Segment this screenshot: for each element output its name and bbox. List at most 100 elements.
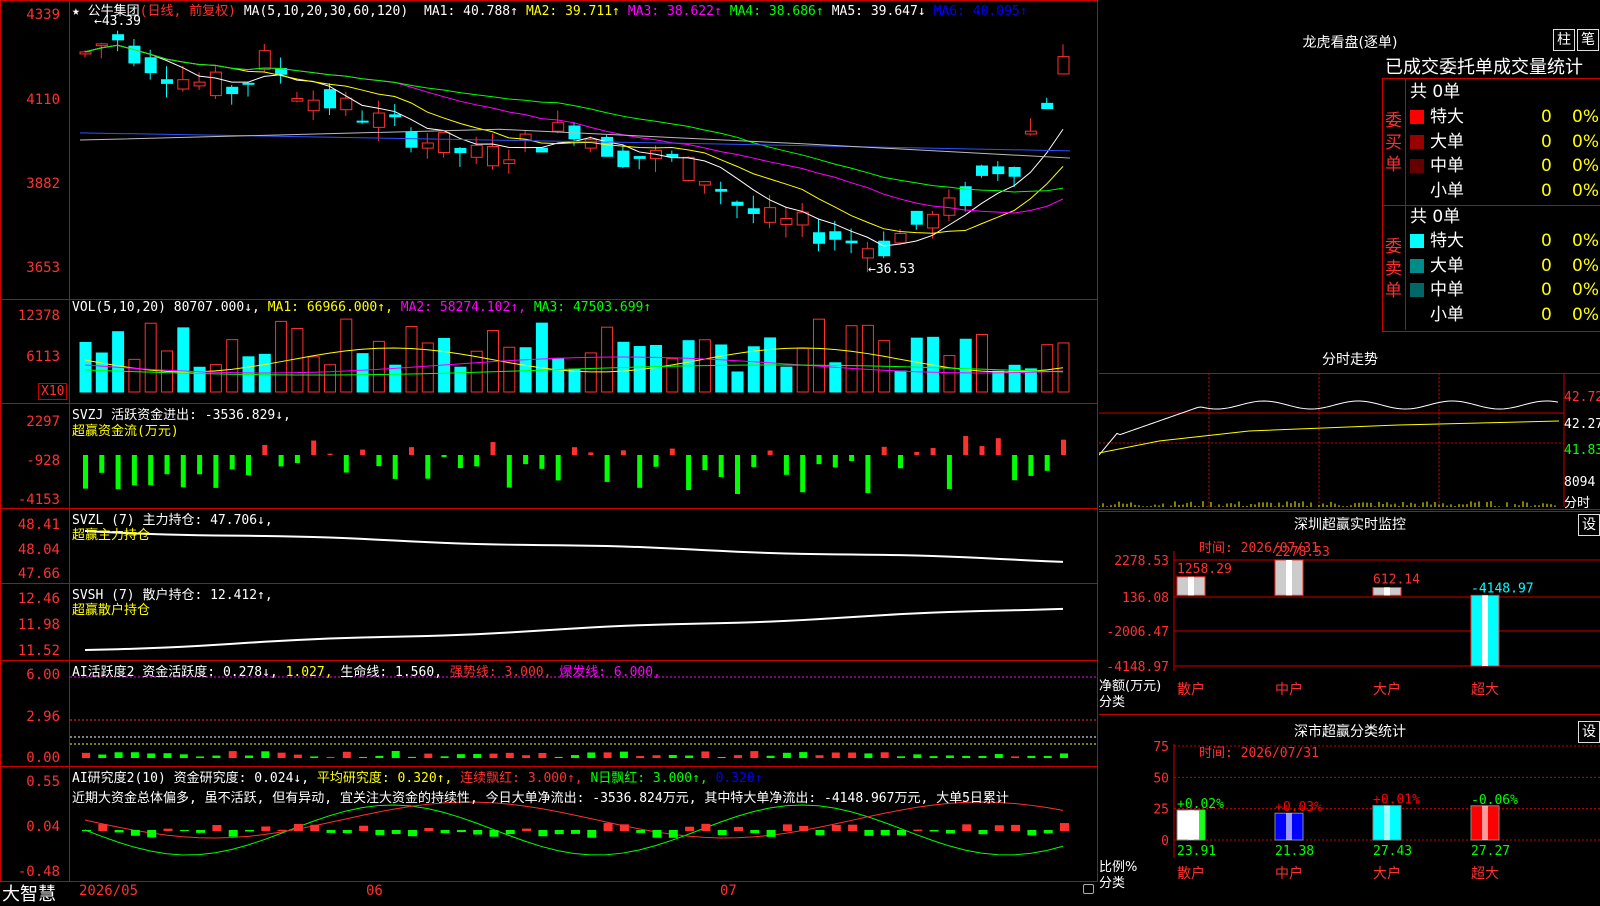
monitor-category-label: 超大 <box>1471 682 1499 698</box>
flow-bar <box>213 455 219 488</box>
candle-body <box>209 71 222 97</box>
class-bar-edge <box>1297 813 1303 840</box>
price-axis-label: 3653 <box>26 260 60 276</box>
volume-bar <box>128 358 141 393</box>
flow-bar <box>979 446 985 455</box>
active-bar <box>261 751 270 758</box>
x-axis-label: 2026/05 <box>79 883 139 899</box>
active-bar <box>408 756 416 758</box>
volume-bar <box>95 352 108 393</box>
research-bar <box>701 823 711 831</box>
x-axis-label: 06 <box>366 883 383 899</box>
volume-bar <box>209 364 222 393</box>
flow-bar <box>572 447 577 455</box>
flow-bar <box>490 442 496 455</box>
active-bar <box>1060 753 1068 758</box>
candle-body <box>1024 130 1037 135</box>
class-value-label: 21.38 <box>1275 844 1314 859</box>
active-bar <box>359 756 368 758</box>
tick-mode-button[interactable]: 笔 <box>1577 29 1599 51</box>
monitor-axis-label: 2278.53 <box>1114 554 1169 569</box>
research-bar <box>1043 830 1053 834</box>
research-bar <box>734 826 743 831</box>
candle-body <box>764 207 777 223</box>
active-bar <box>473 754 482 758</box>
svzl-sub: 超赢主力持仓 <box>72 528 151 543</box>
volume-bar <box>454 366 467 393</box>
class-category-label: 中户 <box>1275 865 1303 882</box>
class-axis-label: 75 <box>1153 740 1169 755</box>
ai-research-axis-label: 0.55 <box>26 774 60 790</box>
ma-legend-item: MA3: 38.622↑ <box>627 4 722 19</box>
active-bar <box>701 751 710 758</box>
brand-logo: 大智慧 <box>2 884 56 905</box>
research-bar <box>98 824 108 831</box>
volume-bar <box>112 331 125 393</box>
buy-order-color-swatch <box>1410 183 1424 198</box>
flow-bar <box>767 450 773 455</box>
flow-bar <box>474 455 480 467</box>
intraday-axis-label: 42.72 <box>1564 390 1600 405</box>
candle-body <box>193 81 206 87</box>
svzj-axis-label: 2297 <box>26 414 60 430</box>
research-bar <box>163 828 173 831</box>
monitor-bar-label: -4148.97 <box>1471 581 1534 596</box>
buy-orders-label: 委买单 <box>1385 111 1402 175</box>
bar-mode-button[interactable]: 柱 <box>1553 29 1575 51</box>
class-value-label: 27.43 <box>1373 844 1412 859</box>
research-bar <box>978 830 988 835</box>
candle-body <box>829 231 842 240</box>
sell-order-color-swatch <box>1410 234 1424 248</box>
monitor-bar <box>1274 559 1304 596</box>
class-change-label: +0.03% <box>1275 800 1322 815</box>
class-change-label: -0.06% <box>1471 793 1518 808</box>
active-bar <box>424 753 433 758</box>
active-bar <box>994 754 1003 758</box>
research-bar <box>505 830 515 835</box>
intraday-panel[interactable]: 分时走势 42.72 42.27 41.83 8094 分时 <box>1099 345 1600 511</box>
kline-chart-area[interactable]: ★ 公牛集团(日线, 前复权) MA(5,10,20,30,60,120) MA… <box>0 0 1098 905</box>
sz-class-panel[interactable]: 深市超赢分类统计 设 时间: 2026/07/31 75 50 25 0 +0.02% 2… <box>1099 718 1600 900</box>
ai-strong-line: 强势线: 3.000, <box>449 665 552 680</box>
active-bar <box>505 752 514 758</box>
sz-monitor-x-caption: 分类 <box>1099 695 1126 710</box>
buy-order-pct: 0% <box>1572 131 1599 152</box>
class-category-label: 散户 <box>1177 865 1205 882</box>
sz-class-svg: 75 50 25 0 +0.02% 23.91 散户 +0.03% 21.38 中户 +0.01% 2… <box>1153 740 1600 882</box>
research-bar <box>114 830 124 833</box>
sell-order-pct: 0% <box>1572 255 1599 276</box>
intraday-axis-label: 42.27 <box>1564 417 1600 432</box>
vol-spec: VOL(5,10,20) <box>72 300 166 315</box>
buy-order-pct: 0% <box>1572 180 1599 201</box>
active-bar <box>1043 756 1052 758</box>
ai-research-avg: 平均研究度: 0.320↑, <box>316 771 453 786</box>
candle-body <box>112 34 125 41</box>
candle-body <box>731 201 744 206</box>
active-bar <box>538 753 547 758</box>
research-bar <box>685 826 695 831</box>
flow-bar <box>278 455 284 467</box>
period-label[interactable]: (日线, 前复权) <box>140 4 236 19</box>
monitor-bar-highlight <box>1188 576 1194 596</box>
price-axis-label: 4110 <box>26 92 60 108</box>
sz-monitor-panel[interactable]: 深圳超赢实时监控 设 时间: 2026/07/31 2278.53 136.08-… <box>1099 511 1600 716</box>
ai-continuous-red: 连续飘红: 3.000↑, <box>460 771 583 786</box>
flow-bar <box>131 455 137 486</box>
active-bar <box>489 753 498 758</box>
vol-unit-badge[interactable]: X10 <box>38 383 68 400</box>
active-bar <box>603 752 612 758</box>
research-bar <box>913 829 923 831</box>
research-bar <box>1011 824 1021 831</box>
candle-body <box>487 146 499 167</box>
lhb-label-divider <box>1405 78 1406 330</box>
volume-bar <box>813 318 825 393</box>
lhb-panel: 龙虎看盘(逐单) 柱 笔 已成交委托单成交量统计 委买单 委卖单 共 0单 特大… <box>1099 0 1600 340</box>
ma-legend-item: MA6: 40.095↑ <box>933 4 1028 19</box>
monitor-bar-highlight <box>1286 560 1292 596</box>
research-bar <box>619 824 629 831</box>
flow-bar <box>783 455 789 475</box>
vol-ma3: MA3: 47503.699↑ <box>533 300 652 315</box>
star-icon[interactable]: ★ <box>72 4 80 19</box>
class-axis-label: 25 <box>1153 803 1169 818</box>
lock-icon[interactable] <box>1083 884 1094 894</box>
